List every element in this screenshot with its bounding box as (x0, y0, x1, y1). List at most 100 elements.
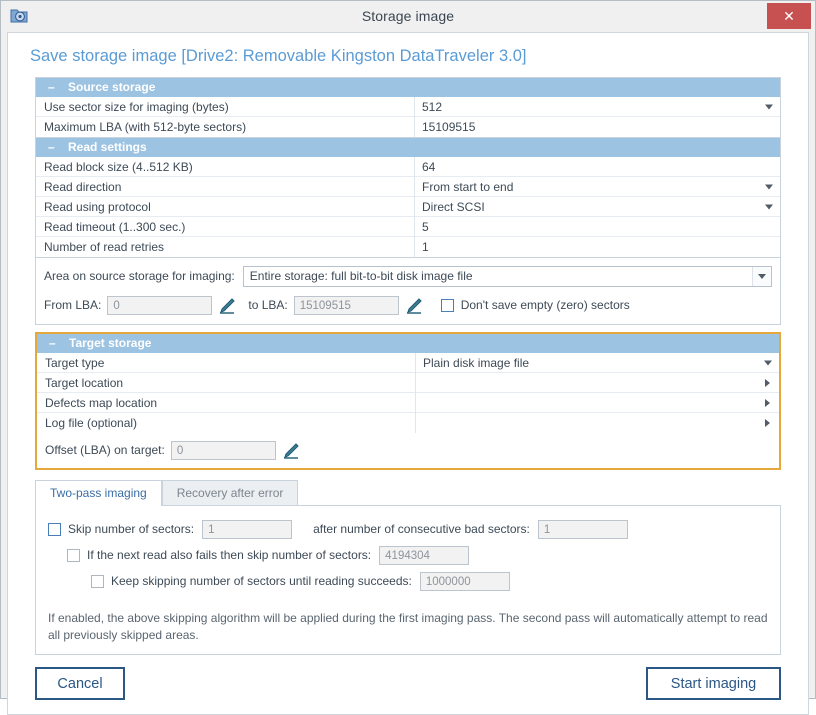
keep-skipping-checkbox[interactable] (91, 574, 104, 588)
to-lba-input[interactable]: 15109515 (293, 295, 399, 315)
row-value[interactable]: Direct SCSI (415, 197, 780, 217)
row-label: Number of read retries (36, 237, 415, 257)
row-value-text: 15109515 (422, 120, 476, 134)
to-lba-label: to LBA: (248, 298, 288, 312)
row-label: Target type (37, 352, 416, 373)
row-label: Defects map location (37, 392, 416, 413)
dialog-content: – Source storage Use sector size for ima… (8, 77, 808, 655)
target-offset-block: Offset (LBA) on target: 0 (37, 433, 779, 468)
after-bad-sectors-label: after number of consecutive bad sectors: (313, 522, 530, 536)
edit-pencil-icon[interactable] (280, 440, 302, 460)
chevron-down-icon[interactable] (764, 360, 772, 365)
row-label: Maximum LBA (with 512-byte sectors) (36, 117, 415, 137)
row-value[interactable]: From start to end (415, 177, 780, 197)
collapse-icon[interactable]: – (48, 78, 62, 97)
keep-skipping-input[interactable]: 1000000 (419, 571, 510, 591)
table-row[interactable]: Target type Plain disk image file (37, 352, 779, 373)
two-pass-help-text: If enabled, the above skipping algorithm… (48, 611, 768, 642)
start-imaging-button[interactable]: Start imaging (646, 667, 781, 700)
chevron-right-icon[interactable] (765, 378, 770, 387)
tab-recovery-after-error[interactable]: Recovery after error (161, 480, 299, 505)
row-value-text: Plain disk image file (423, 355, 530, 370)
row-value[interactable]: 1 (415, 237, 780, 257)
window-title: Storage image (361, 8, 455, 24)
imaging-area-label: Area on source storage for imaging: (44, 269, 235, 283)
imaging-area-select[interactable]: Entire storage: full bit-to-bit disk ima… (242, 265, 772, 287)
chevron-right-icon[interactable] (765, 398, 770, 407)
close-icon[interactable]: ✕ (767, 3, 811, 29)
chevron-down-icon[interactable] (752, 266, 771, 286)
table-row[interactable]: Number of read retries 1 (36, 237, 780, 257)
cancel-button[interactable]: Cancel (35, 667, 125, 700)
row-label: Read block size (4..512 KB) (36, 156, 415, 177)
skip-sectors-input[interactable]: 1 (202, 519, 293, 539)
row-label: Log file (optional) (37, 413, 416, 433)
imaging-tabs: Two-pass imaging Recovery after error Sk… (35, 479, 781, 655)
lba-range-row: From LBA: 0 to LBA: 15109515 Don't save … (44, 294, 772, 316)
table-row[interactable]: Use sector size for imaging (bytes) 512 (36, 96, 780, 117)
imaging-area-row: Area on source storage for imaging: Enti… (44, 265, 772, 287)
table-row[interactable]: Target location (37, 372, 779, 393)
chevron-down-icon[interactable] (765, 104, 773, 109)
read-settings-header[interactable]: – Read settings (36, 138, 780, 157)
table-row[interactable]: Read using protocol Direct SCSI (36, 196, 780, 217)
from-lba-label: From LBA: (44, 298, 102, 312)
source-storage-header[interactable]: – Source storage (36, 78, 780, 97)
target-storage-panel: – Target storage Target type Plain disk … (37, 334, 779, 433)
row-label: Use sector size for imaging (bytes) (36, 96, 415, 117)
page-title: Save storage image [Drive2: Removable Ki… (30, 47, 527, 65)
row-value-text: 512 (422, 99, 443, 114)
row-value[interactable]: 64 (415, 157, 780, 177)
title-bar: Storage image ✕ (1, 1, 815, 32)
offset-lba-label: Offset (LBA) on target: (45, 443, 165, 457)
chevron-down-icon[interactable] (765, 204, 773, 209)
row-value[interactable]: Plain disk image file (416, 353, 779, 373)
row-value[interactable]: 5 (415, 217, 780, 237)
table-row[interactable]: Read block size (4..512 KB) 64 (36, 156, 780, 177)
keep-skipping-label: Keep skipping number of sectors until re… (111, 574, 412, 588)
row-value[interactable]: 15109515 (415, 117, 780, 137)
dialog-footer: Cancel Start imaging (8, 655, 808, 714)
row-value[interactable] (416, 393, 779, 413)
row-value-text: 5 (422, 219, 429, 234)
skip-sectors-checkbox[interactable] (48, 522, 61, 536)
source-storage-panel: – Source storage Use sector size for ima… (35, 77, 781, 138)
edit-pencil-icon[interactable] (216, 295, 238, 315)
row-value-text: From start to end (422, 179, 514, 194)
offset-lba-input[interactable]: 0 (170, 440, 276, 460)
next-read-fails-input[interactable]: 4194304 (379, 545, 470, 565)
next-read-fails-checkbox[interactable] (67, 548, 80, 562)
table-row[interactable]: Log file (optional) (37, 413, 779, 433)
row-label: Read using protocol (36, 196, 415, 217)
from-lba-input[interactable]: 0 (107, 295, 213, 315)
storage-image-window: Storage image ✕ Save storage image [Driv… (0, 0, 816, 715)
table-row[interactable]: Read timeout (1..300 sec.) 5 (36, 216, 780, 237)
dont-save-empty-checkbox[interactable] (440, 298, 454, 312)
row-value-text: 1 (422, 240, 429, 254)
tab-two-pass-imaging[interactable]: Two-pass imaging (35, 480, 162, 506)
collapse-icon[interactable]: – (49, 334, 63, 353)
row-label: Target location (37, 372, 416, 393)
target-storage-header[interactable]: – Target storage (37, 334, 779, 353)
row-value[interactable] (416, 373, 779, 393)
chevron-right-icon[interactable] (765, 419, 770, 427)
row-value[interactable]: 512 (415, 97, 780, 117)
table-row[interactable]: Read direction From start to end (36, 176, 780, 197)
two-pass-imaging-panel: Skip number of sectors: 1 after number o… (35, 505, 781, 655)
keep-skipping-row: Keep skipping number of sectors until re… (91, 571, 768, 591)
edit-pencil-icon[interactable] (403, 295, 425, 315)
row-label: Read timeout (1..300 sec.) (36, 216, 415, 237)
chevron-down-icon[interactable] (765, 184, 773, 189)
row-value[interactable] (416, 413, 779, 433)
collapse-icon[interactable]: – (48, 138, 62, 157)
source-storage-header-label: Source storage (68, 80, 156, 94)
target-storage-section: – Target storage Target type Plain disk … (35, 332, 781, 470)
after-bad-sectors-input[interactable]: 1 (537, 519, 628, 539)
read-settings-header-label: Read settings (68, 140, 147, 154)
row-label: Read direction (36, 176, 415, 197)
table-row[interactable]: Defects map location (37, 392, 779, 413)
next-read-fails-label: If the next read also fails then skip nu… (87, 548, 372, 562)
target-offset-row: Offset (LBA) on target: 0 (45, 439, 771, 461)
imaging-area-value: Entire storage: full bit-to-bit disk ima… (249, 269, 473, 283)
table-row[interactable]: Maximum LBA (with 512-byte sectors) 1510… (36, 117, 780, 137)
